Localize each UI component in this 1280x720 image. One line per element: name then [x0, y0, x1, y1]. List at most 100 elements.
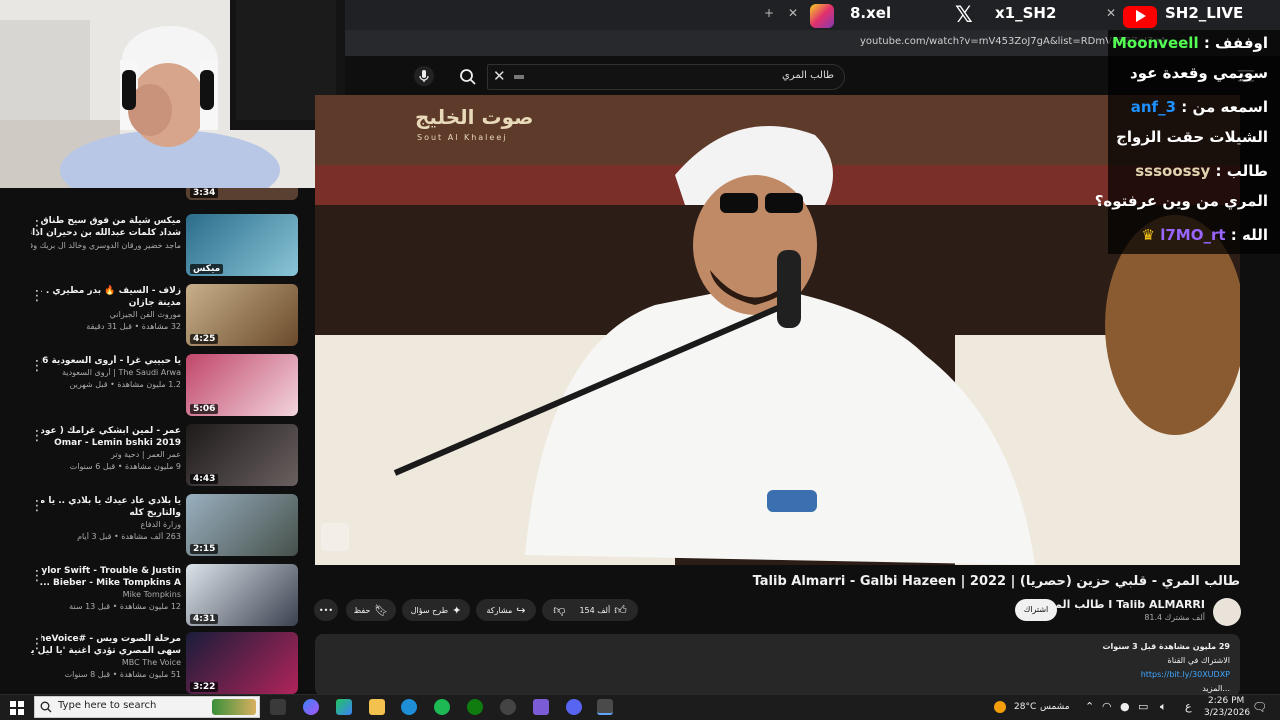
rec-channel[interactable]: ماجد خضير ورقان الدوسري وخالد ال بريك وف… [31, 241, 181, 250]
obs-icon[interactable] [500, 699, 516, 715]
recommendation-item[interactable]: 4:31 ⋮ Taylor Swift - Trouble & Justin B… [0, 562, 305, 628]
channel-branding-watermark[interactable] [321, 523, 349, 551]
rec-title[interactable]: مدينة جازان [31, 297, 181, 309]
network-icon[interactable]: ▭ [1138, 700, 1148, 713]
instagram-icon [810, 4, 834, 28]
new-tab-button[interactable]: + [764, 6, 774, 20]
rec-title[interactable]: والتاريخ كلّه [31, 507, 181, 519]
rec-title[interactable]: يا بلادي عاد عيدك يا بلادي .. يا منحّ ال… [41, 495, 181, 507]
chat-message: المري من وين عرفتوه؟ [1094, 192, 1268, 210]
duration-badge: 4:31 [190, 614, 219, 624]
search-highlight-icon[interactable] [212, 699, 256, 715]
rec-title[interactable]: مرحلة الصوت ويس - #MBCTheVoice [41, 633, 181, 645]
share-label: مشاركة [486, 605, 513, 615]
volume-icon[interactable]: 🔈︎ [1160, 700, 1167, 714]
x-icon: 𝕏 [955, 3, 973, 28]
xbox-icon[interactable] [467, 699, 483, 715]
clear-search-icon[interactable]: ✕ [493, 67, 506, 85]
share-button[interactable]: مشاركة ↪ [476, 599, 536, 621]
chat-username: 3_anf [1130, 98, 1177, 116]
bookmark-icon: 🔖︎ [374, 603, 389, 617]
chat-message: اوففف : Moonveell [1111, 34, 1268, 52]
description-line: الاشتراك في القناة [1167, 656, 1230, 665]
tab-close-icon[interactable]: ✕ [1106, 6, 1116, 20]
duration-badge: 4:43 [190, 474, 219, 484]
recommendation-item[interactable]: 4:43 ⋮ عمر - لمين ابشكي غرامك ( عود اسكت… [0, 422, 305, 488]
language-icon[interactable]: ع [1185, 700, 1192, 713]
video-title: Talib Almarri - Galbi Hazeen | 2022 | طا… [752, 574, 1240, 589]
discord-icon[interactable] [566, 699, 582, 715]
clock-time[interactable]: 2:26 PM [1208, 696, 1244, 706]
keyboard-icon[interactable] [514, 75, 524, 79]
tray-chevron-icon[interactable]: ⌃ [1085, 700, 1094, 713]
duration-badge: 5:06 [190, 404, 219, 414]
subscribe-button[interactable]: اشتراك [1015, 599, 1057, 621]
edge-icon[interactable] [401, 699, 417, 715]
recommendation-item[interactable]: 5:06 ⋮ يا حبيبي غرا - أروى السعودية 2026… [0, 352, 305, 418]
wifi-icon[interactable]: ◠ [1102, 700, 1112, 713]
more-horizontal-icon: ••• [318, 605, 334, 615]
rec-title[interactable]: يا حبيبي غرا - أروى السعودية 2026 [41, 355, 181, 367]
channel-name[interactable]: طالب المري I Talib ALMARRI [1038, 598, 1205, 611]
recommendation-item[interactable]: 3:22 ⋮ مرحلة الصوت ويس - #MBCTheVoice سه… [0, 630, 305, 694]
search-icon[interactable] [459, 68, 477, 86]
chat-username: l7MO_rt [1160, 226, 1226, 244]
description-link[interactable]: https://bit.ly/30XUDXP [1141, 670, 1230, 679]
windows-start-icon[interactable] [10, 701, 24, 715]
task-view-icon[interactable] [270, 699, 286, 715]
mix-badge: ميكس [190, 264, 224, 274]
more-actions-button[interactable]: ••• [314, 599, 338, 621]
rec-channel[interactable]: موروث الفن الجيزاني [31, 310, 181, 319]
rec-channel[interactable]: عمر العمر | دحية وتر [31, 450, 181, 459]
app-icon[interactable] [533, 699, 549, 715]
weather-sun-icon[interactable] [994, 701, 1006, 713]
rec-title[interactable]: Bieber - Mike Tompkins A ... [31, 577, 181, 589]
rec-title[interactable]: زلاف - السيف 🔥 بدر مطيري . عصرية [41, 285, 181, 297]
video-frame [315, 95, 1240, 565]
show-more-link[interactable]: ...المزيد [1202, 684, 1230, 693]
weather-temp[interactable]: 28°C [1014, 702, 1036, 712]
rec-meta: 12 مليون مشاهدة • قبل 13 سنة [69, 602, 181, 611]
channel-avatar[interactable] [1213, 598, 1241, 626]
rec-channel[interactable]: Mike Tompkins [31, 590, 181, 599]
play-store-icon[interactable] [336, 699, 352, 715]
rec-title[interactable]: Taylor Swift - Trouble & Justin [41, 565, 181, 577]
dislike-icon[interactable]: 👎︎ [553, 603, 565, 618]
save-button[interactable]: حفظ 🔖︎ [346, 599, 396, 621]
file-explorer-icon[interactable] [369, 699, 385, 715]
rec-meta: 263 ألف مشاهدة • قبل 3 أيام [77, 532, 181, 541]
search-input[interactable]: طالب المري [487, 64, 845, 90]
chat-message: سويمي وقعدة عود [1130, 64, 1268, 82]
rec-title[interactable]: عمر - لمين ابشكي غرامك ( عود اسكتان ) | [41, 425, 181, 437]
clock-date[interactable]: 3/23/2026 [1204, 708, 1250, 718]
rec-title[interactable]: سهى المصري تؤدي أغنية 'يا ليل يا جامع' [31, 645, 181, 657]
rec-title[interactable]: شداد كلمات عبدالله بن دحيران اداء ماجد .… [31, 227, 181, 239]
like-count: 154 ألف [579, 605, 611, 615]
microphone-tray-icon[interactable]: ● [1120, 700, 1130, 713]
video-description[interactable]: 29 مليون مشاهدة قبل 3 سنوات الاشتراك في … [315, 634, 1240, 696]
rec-title[interactable]: ميكس شيلة من فوق سيح طناق .. وتحت سيح [41, 215, 181, 227]
spotify-icon[interactable] [434, 699, 450, 715]
like-dislike-group[interactable]: 👎︎ 154 ألف 👍︎ [542, 599, 638, 621]
duration-badge: 3:22 [190, 682, 219, 692]
recommendation-item[interactable]: ميكس ⋮ ميكس شيلة من فوق سيح طناق .. وتحت… [0, 212, 305, 278]
like-icon[interactable]: 👍︎ [614, 603, 627, 618]
chrome-icon[interactable] [597, 699, 613, 715]
instagram-handle: 8.xel [850, 4, 892, 22]
weather-desc[interactable]: مشمس [1040, 702, 1070, 712]
recommendation-item[interactable]: 2:15 ⋮ يا بلادي عاد عيدك يا بلادي .. يا … [0, 492, 305, 558]
rec-channel[interactable]: وزارة الدفاع [31, 520, 181, 529]
rec-channel[interactable]: The Saudi Arwa | أروى السعودية [31, 368, 181, 377]
duration-badge: 4:25 [190, 334, 219, 344]
notification-icon[interactable]: 🗨︎ [1252, 700, 1267, 714]
recommendation-item[interactable]: 4:25 ⋮ زلاف - السيف 🔥 بدر مطيري . عصرية … [0, 282, 305, 348]
recommendation-item[interactable]: 3:34 [0, 188, 305, 202]
tab-close-icon[interactable]: ✕ [788, 6, 798, 20]
microphone-icon[interactable] [414, 66, 434, 86]
rec-channel[interactable]: MBC The Voice [31, 658, 181, 667]
ask-button[interactable]: طرح سؤال ✦ [402, 599, 470, 621]
copilot-icon[interactable] [303, 699, 319, 715]
rec-title[interactable]: Omar - Lemin bshki 2019 [31, 437, 181, 449]
rec-meta: 1.2 مليون مشاهدة • قبل شهرين [69, 380, 181, 389]
video-player[interactable]: صوت الخليج Sout Al Khaleej [315, 95, 1240, 565]
